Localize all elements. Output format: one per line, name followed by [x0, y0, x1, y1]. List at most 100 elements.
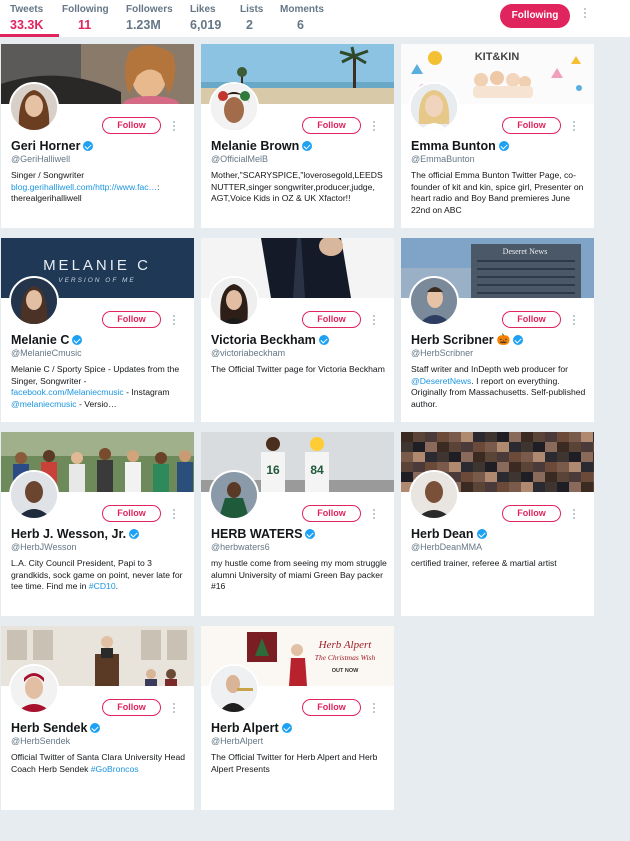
avatar[interactable]: [209, 664, 259, 714]
collage-tile: [557, 462, 569, 472]
avatar[interactable]: [409, 276, 459, 326]
follow-button[interactable]: Follow: [302, 699, 361, 716]
user-name[interactable]: Victoria Beckham: [211, 333, 329, 347]
bio-link[interactable]: @melaniecmusic: [11, 399, 77, 409]
follow-button[interactable]: Follow: [502, 311, 561, 328]
follow-button[interactable]: Follow: [302, 505, 361, 522]
collage-tile: [461, 452, 473, 462]
user-name[interactable]: Herb Sendek: [11, 721, 101, 735]
card-more-icon[interactable]: [373, 509, 375, 519]
user-handle[interactable]: @HerbSendek: [11, 736, 70, 746]
follow-button[interactable]: Follow: [302, 117, 361, 134]
user-name[interactable]: Herb Scribner 🎃: [411, 333, 524, 347]
stat-lists[interactable]: Lists 2: [240, 4, 263, 33]
collage-tile: [545, 482, 557, 492]
collage-tile: [485, 452, 497, 462]
user-name[interactable]: Geri Horner: [11, 139, 94, 153]
avatar[interactable]: [409, 470, 459, 520]
card-more-icon[interactable]: [373, 121, 375, 131]
user-handle[interactable]: @HerbJWesson: [11, 542, 77, 552]
user-name-text: Melanie C: [11, 333, 70, 347]
user-handle[interactable]: @EmmaBunton: [411, 154, 475, 164]
card-more-icon[interactable]: [373, 703, 375, 713]
avatar[interactable]: [209, 470, 259, 520]
follow-button[interactable]: Follow: [502, 505, 561, 522]
collage-tile: [497, 482, 509, 492]
collage-tile: [521, 432, 533, 442]
follow-button[interactable]: Follow: [102, 505, 161, 522]
user-handle[interactable]: @MelanieCmusic: [11, 348, 82, 358]
card-more-icon[interactable]: [173, 121, 175, 131]
user-name[interactable]: Melanie Brown: [211, 139, 313, 153]
user-name[interactable]: Emma Bunton: [411, 139, 509, 153]
collage-tile: [533, 442, 545, 452]
follow-button[interactable]: Follow: [102, 699, 161, 716]
collage-tile: [509, 472, 521, 482]
user-handle[interactable]: @victoriabeckham: [211, 348, 285, 358]
collage-tile: [581, 482, 593, 492]
collage-tile: [497, 452, 509, 462]
user-name-text: Herb Scribner: [411, 333, 494, 347]
follow-button[interactable]: Follow: [102, 311, 161, 328]
user-name[interactable]: Herb J. Wesson, Jr.: [11, 527, 140, 541]
card-more-icon[interactable]: [173, 509, 175, 519]
stat-likes[interactable]: Likes 6,019: [190, 4, 221, 33]
avatar[interactable]: [9, 470, 59, 520]
avatar[interactable]: [209, 276, 259, 326]
collage-tile: [497, 442, 509, 452]
user-handle[interactable]: @OfficialMelB: [211, 154, 268, 164]
bio-link[interactable]: #CD10: [89, 581, 116, 591]
more-options-icon[interactable]: [582, 8, 588, 22]
user-name[interactable]: HERB WATERS: [211, 527, 316, 541]
collage-tile: [461, 442, 473, 452]
user-handle[interactable]: @herbwaters6: [211, 542, 270, 552]
stat-followers[interactable]: Followers 1.23M: [126, 4, 173, 33]
user-name-text: Herb J. Wesson, Jr.: [11, 527, 127, 541]
user-handle[interactable]: @GeriHalliwell: [11, 154, 70, 164]
card-more-icon[interactable]: [373, 315, 375, 325]
collage-tile: [557, 432, 569, 442]
card-more-icon[interactable]: [173, 315, 175, 325]
user-name[interactable]: Herb Dean: [411, 527, 487, 541]
bio-link[interactable]: #GoBroncos: [91, 764, 139, 774]
avatar[interactable]: [9, 82, 59, 132]
bio-link[interactable]: blog.gerihalliwell.com/http://www.fac…: [11, 182, 157, 192]
user-card: Follow Herb Sendek @HerbSendek Official …: [1, 626, 194, 810]
user-bio: The official Emma Bunton Twitter Page, c…: [411, 170, 584, 215]
collage-tile: [449, 432, 461, 442]
user-name-text: Emma Bunton: [411, 139, 496, 153]
collage-tile: [449, 452, 461, 462]
bio-text: - Versio…: [76, 398, 117, 409]
user-handle[interactable]: @HerbAlpert: [211, 736, 263, 746]
card-more-icon[interactable]: [573, 121, 575, 131]
avatar[interactable]: [9, 664, 59, 714]
user-name[interactable]: Melanie C: [11, 333, 83, 347]
stat-following[interactable]: Following 11: [62, 4, 109, 33]
user-bio: Mother,"SCARYSPICE,"loverosegold,LEEDSNU…: [211, 170, 383, 204]
avatar[interactable]: [209, 82, 259, 132]
follow-button[interactable]: Follow: [502, 117, 561, 134]
collage-tile: [485, 442, 497, 452]
avatar[interactable]: [9, 276, 59, 326]
bio-link[interactable]: facebook.com/Melaniecmusic: [11, 387, 124, 397]
user-handle[interactable]: @HerbScribner: [411, 348, 473, 358]
bio-link[interactable]: @DeseretNews: [411, 376, 471, 386]
user-name[interactable]: Herb Alpert: [211, 721, 292, 735]
follow-button[interactable]: Follow: [302, 311, 361, 328]
collage-tile: [545, 472, 557, 482]
collage-tile: [485, 462, 497, 472]
user-bio: Official Twitter of Santa Clara Universi…: [11, 752, 187, 775]
following-button[interactable]: Following: [500, 4, 570, 28]
stat-moments[interactable]: Moments 6: [280, 4, 324, 33]
follow-button[interactable]: Follow: [102, 117, 161, 134]
user-handle[interactable]: @HerbDeanMMA: [411, 542, 482, 552]
card-more-icon[interactable]: [573, 315, 575, 325]
user-name-text: Herb Dean: [411, 527, 474, 541]
collage-tile: [437, 442, 449, 452]
card-more-icon[interactable]: [173, 703, 175, 713]
collage-tile: [497, 472, 509, 482]
avatar[interactable]: [409, 82, 459, 132]
card-more-icon[interactable]: [573, 509, 575, 519]
stat-following-value: 11: [78, 18, 92, 32]
stat-tweets[interactable]: Tweets 33.3K: [10, 4, 43, 33]
